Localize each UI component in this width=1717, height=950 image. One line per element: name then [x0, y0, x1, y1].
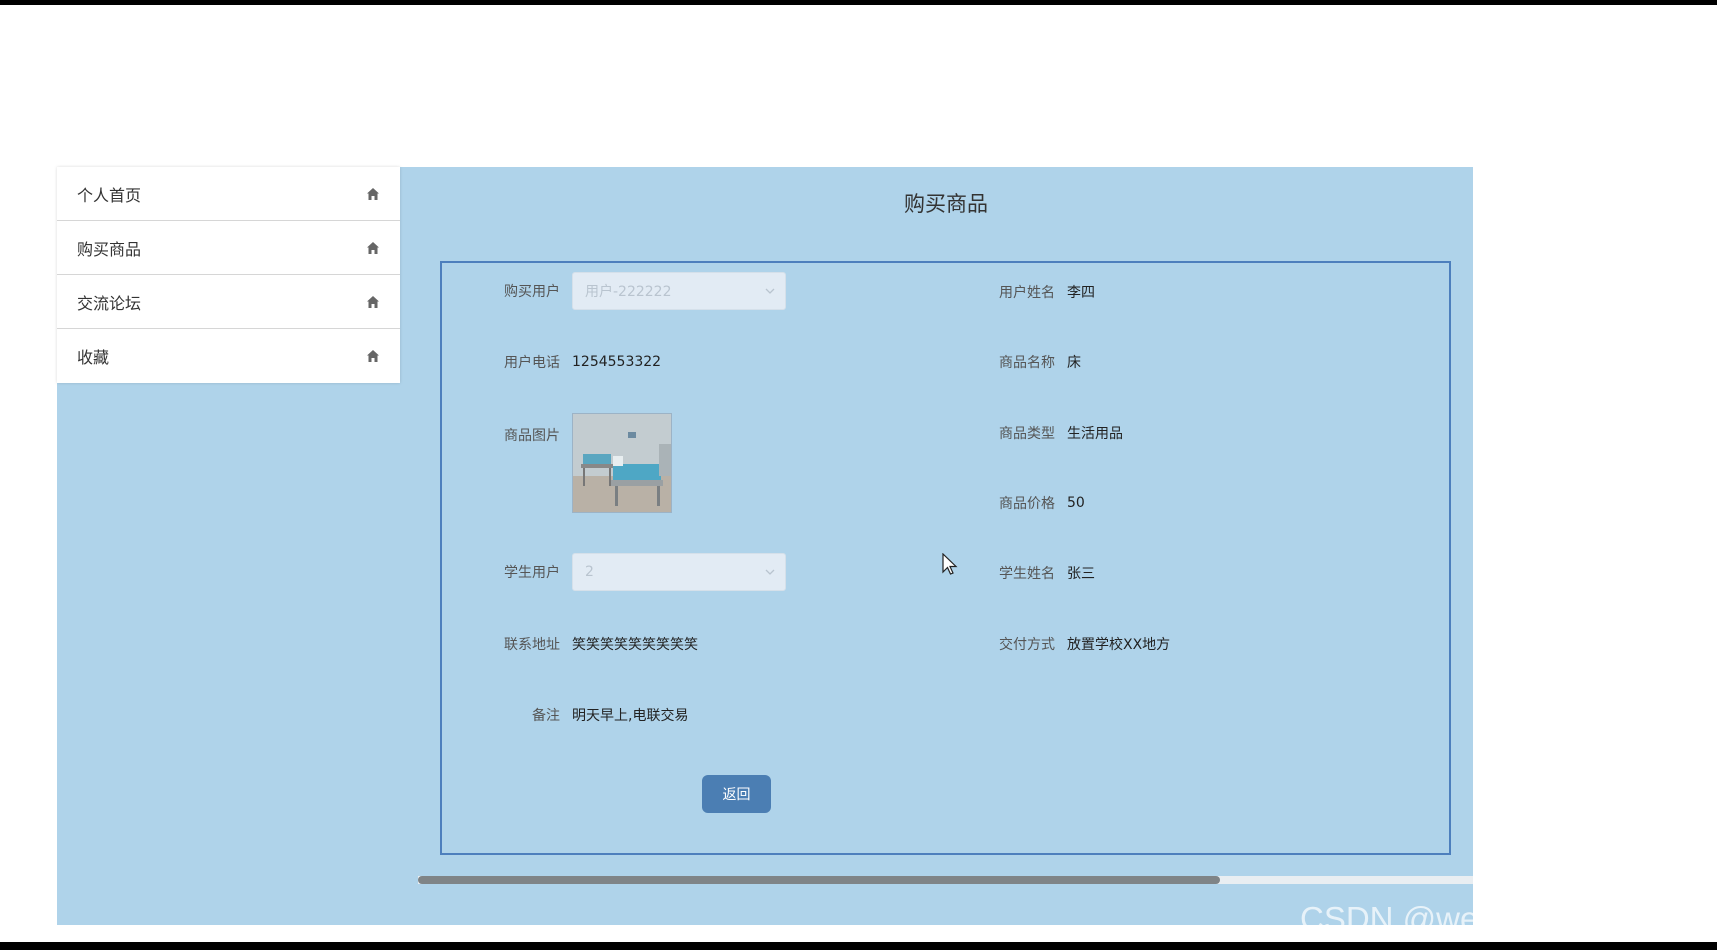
sidebar-item-label: 个人首页 — [77, 185, 142, 205]
sidebar-item-home[interactable]: 个人首页 — [57, 167, 400, 221]
remark-value: 明天早上,电联交易 — [572, 708, 689, 724]
field-label: 交付方式 — [999, 637, 1055, 653]
field-product-price: 商品价格 50 — [985, 493, 1085, 513]
field-label: 用户电话 — [504, 355, 560, 371]
field-label: 购买用户 — [504, 284, 560, 300]
field-label: 用户姓名 — [999, 285, 1055, 301]
sidebar-item-forum[interactable]: 交流论坛 — [57, 275, 400, 329]
home-icon — [367, 350, 379, 362]
chevron-down-icon — [765, 288, 775, 294]
mouse-cursor-icon — [942, 553, 958, 575]
field-address: 联系地址 笑笑笑笑笑笑笑笑笑 — [490, 634, 698, 654]
field-label: 学生用户 — [504, 565, 560, 581]
field-student-user: 学生用户 2 — [490, 553, 786, 591]
field-label: 学生姓名 — [999, 566, 1055, 582]
top-frame-bar — [0, 0, 1717, 5]
field-remark: 备注 明天早上,电联交易 — [490, 705, 688, 725]
field-user-phone: 用户电话 1254553322 — [490, 352, 661, 372]
field-user-name: 用户姓名 李四 — [985, 282, 1095, 302]
field-label: 商品类型 — [999, 426, 1055, 442]
home-icon — [367, 241, 379, 254]
field-student-name: 学生姓名 张三 — [985, 563, 1095, 583]
field-label: 联系地址 — [504, 637, 560, 653]
buyer-user-select[interactable]: 用户-222222 — [572, 272, 786, 310]
select-value: 用户-222222 — [585, 284, 672, 300]
sidebar-item-label: 购买商品 — [77, 239, 142, 259]
bottom-frame-bar — [0, 942, 1717, 950]
field-product-type: 商品类型 生活用品 — [985, 423, 1123, 443]
home-icon — [367, 295, 379, 308]
back-button[interactable]: 返回 — [702, 775, 771, 813]
field-product-image: 商品图片 — [490, 413, 672, 513]
field-label: 商品价格 — [999, 496, 1055, 512]
horizontal-scrollbar-thumb[interactable] — [418, 876, 1220, 884]
user-phone-value: 1254553322 — [572, 354, 662, 370]
product-name-value: 床 — [1067, 355, 1081, 371]
home-icon — [367, 187, 379, 200]
sidebar-item-label: 交流论坛 — [77, 293, 142, 313]
product-price-value: 50 — [1067, 495, 1085, 511]
sidebar-item-label: 收藏 — [77, 348, 110, 367]
watermark: CSDN @weixin_MZ_ZXD001 — [1300, 900, 1717, 937]
field-label: 商品名称 — [999, 355, 1055, 371]
student-user-select[interactable]: 2 — [572, 553, 786, 591]
user-name-value: 李四 — [1067, 285, 1095, 301]
field-product-name: 商品名称 床 — [985, 352, 1081, 372]
address-value: 笑笑笑笑笑笑笑笑笑 — [572, 637, 698, 653]
chevron-down-icon — [765, 569, 775, 575]
student-name-value: 张三 — [1067, 566, 1095, 582]
field-label: 备注 — [532, 708, 560, 724]
page-title: 购买商品 — [904, 192, 988, 216]
product-image[interactable] — [572, 413, 672, 513]
sidebar-item-buy-products[interactable]: 购买商品 — [57, 221, 400, 275]
sidebar-menu: 个人首页 购买商品 交流论坛 收藏 — [57, 167, 400, 383]
field-delivery: 交付方式 放置学校XX地方 — [985, 634, 1170, 654]
product-type-value: 生活用品 — [1067, 426, 1123, 442]
field-label: 商品图片 — [504, 428, 560, 444]
bed-photo — [573, 414, 671, 512]
delivery-value: 放置学校XX地方 — [1067, 637, 1171, 653]
select-value: 2 — [585, 564, 594, 580]
sidebar-item-favorites[interactable]: 收藏 — [57, 329, 400, 383]
field-buyer-user: 购买用户 用户-222222 — [490, 272, 786, 310]
